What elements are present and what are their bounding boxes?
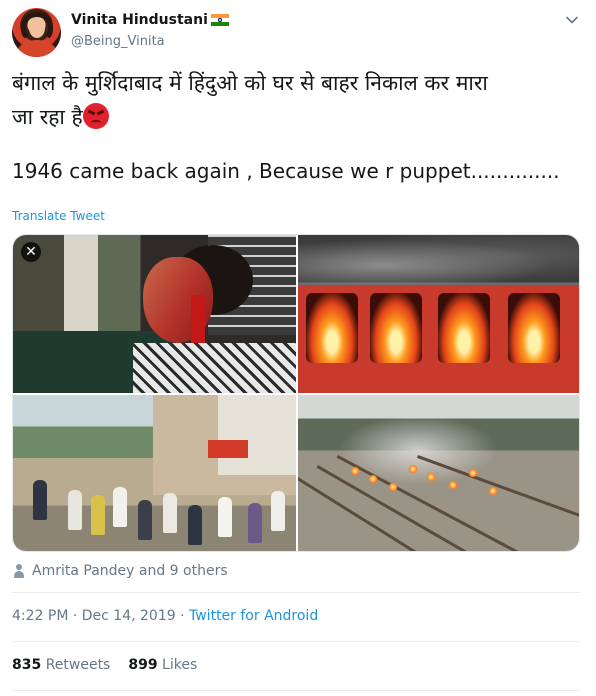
tweet: Vinita Hindustani @Being_Vinita बंगाल के…	[0, 0, 596, 696]
tweet-text-line-2: जा रहा है	[12, 100, 584, 134]
author-name-text: Vinita Hindustani	[71, 12, 208, 28]
tweet-source-link[interactable]: Twitter for Android	[189, 608, 318, 624]
person-icon	[12, 564, 26, 578]
liked-by[interactable]: Amrita Pandey and 9 others	[12, 563, 228, 579]
retweets-stat[interactable]: 835 Retweets	[12, 657, 110, 673]
railway-fires-photo[interactable]	[298, 395, 579, 551]
avatar-shoulders	[18, 40, 56, 57]
author-name[interactable]: Vinita Hindustani	[71, 12, 229, 28]
tweet-text: बंगाल के मुर्शिदाबाद में हिंदुओ को घर से…	[12, 66, 584, 134]
likes-label: Likes	[162, 657, 198, 673]
retweets-label: Retweets	[45, 657, 111, 673]
divider	[12, 641, 580, 642]
liked-by-text: Amrita Pandey and 9 others	[32, 563, 228, 579]
tweet-stats: 835 Retweets 899 Likes	[12, 657, 197, 673]
divider	[12, 592, 580, 593]
likes-stat[interactable]: 899 Likes	[128, 657, 197, 673]
avatar-hair	[21, 12, 53, 42]
tweet-text-line-1: बंगाल के मुर्शिदाबाद में हिंदुओ को घर से…	[12, 71, 488, 95]
india-flag-icon	[210, 14, 229, 26]
chevron-down-icon[interactable]	[564, 12, 580, 28]
tweet-meta: 4:22 PM · Dec 14, 2019 · Twitter for And…	[12, 608, 318, 624]
injured-woman-photo[interactable]: ✕	[13, 235, 296, 393]
media-grid: ✕	[12, 234, 580, 552]
retweets-count: 835	[12, 657, 42, 673]
close-icon[interactable]: ✕	[21, 242, 41, 262]
author-handle[interactable]: @Being_Vinita	[71, 34, 165, 49]
angry-face-emoji-icon	[82, 103, 109, 129]
tweet-text-english: 1946 came back again , Because we r pupp…	[12, 159, 560, 183]
avatar[interactable]	[12, 8, 61, 57]
tweet-text-line-2-text: जा रहा है	[12, 105, 83, 129]
tweet-timestamp[interactable]: 4:22 PM · Dec 14, 2019 ·	[12, 608, 189, 624]
street-crowd-photo[interactable]	[13, 395, 296, 551]
likes-count: 899	[128, 657, 158, 673]
translate-tweet-link[interactable]: Translate Tweet	[12, 209, 105, 223]
burning-train-photo[interactable]	[298, 235, 579, 393]
divider	[12, 690, 580, 691]
